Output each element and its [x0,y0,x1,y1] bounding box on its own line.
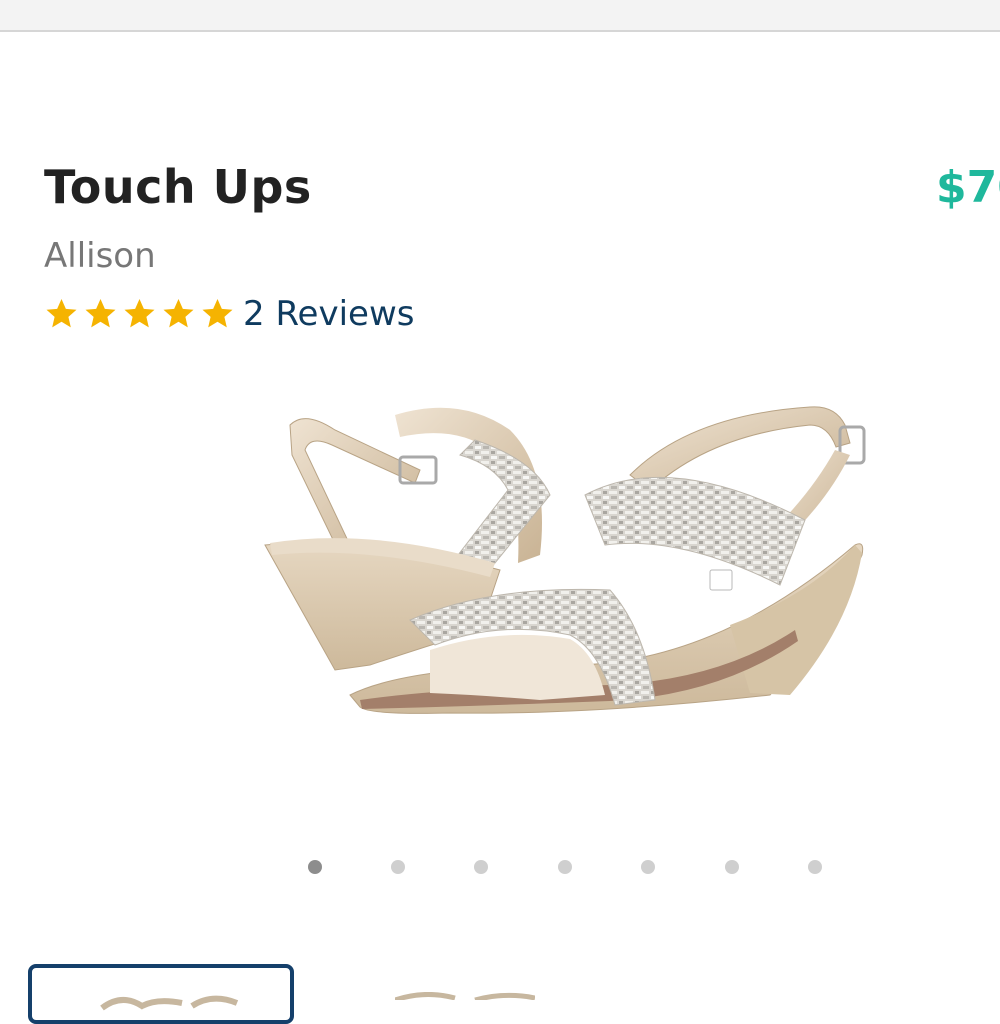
carousel-dot[interactable] [391,860,405,874]
carousel-dot[interactable] [474,860,488,874]
product-title: Touch Ups [44,160,312,214]
star-icon [85,299,116,328]
carousel-dot[interactable] [808,860,822,874]
product-brand: Allison [44,236,156,276]
star-icon [124,299,155,328]
thumbnail-image [100,995,239,1011]
product-image[interactable] [250,395,880,745]
star-icon [46,299,77,328]
carousel-dot[interactable] [558,860,572,874]
browser-top-bar [0,0,1000,32]
star-icon [202,299,233,328]
carousel-dot[interactable] [725,860,739,874]
carousel-dot[interactable] [308,860,322,874]
carousel-dot[interactable] [641,860,655,874]
product-thumbnail-selected[interactable] [28,964,294,1024]
carousel-dots [305,858,830,878]
product-price: $70 [936,162,1000,213]
rating-row: 2 Reviews [42,292,414,336]
reviews-link[interactable]: 2 Reviews [243,294,414,334]
star-rating [42,296,237,332]
star-icon [163,299,194,328]
thumbnail-image-next[interactable] [395,992,535,1000]
